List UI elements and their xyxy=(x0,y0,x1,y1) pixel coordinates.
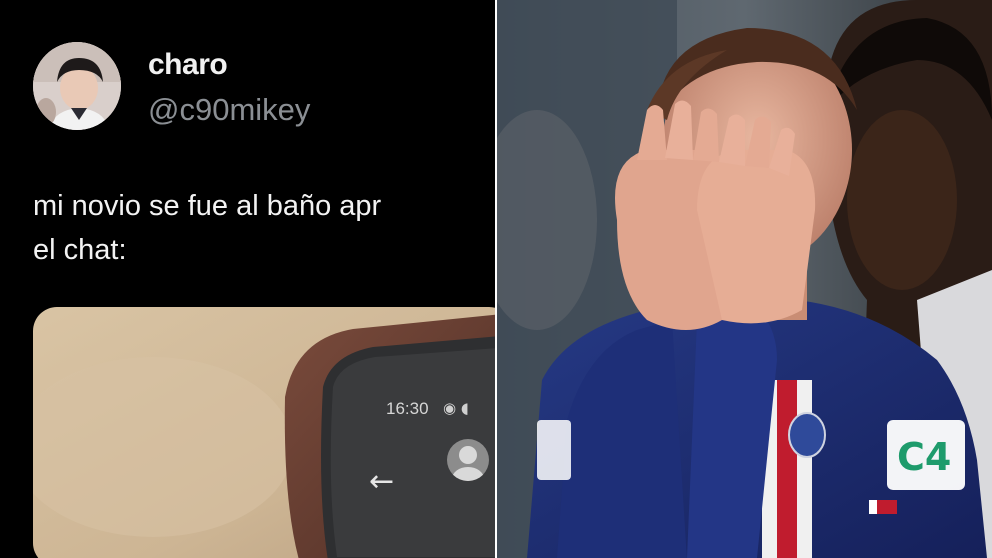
user-handle[interactable]: @c90mikey xyxy=(148,92,310,128)
badge-text: C4 xyxy=(897,435,951,479)
tweet-screenshot: charo @c90mikey mi novio se fue al baño … xyxy=(0,0,495,558)
tweet-media[interactable]: 16:30 ◉ ◖ ← xyxy=(33,307,495,558)
phone-photo xyxy=(33,307,495,558)
phone-chat-avatar xyxy=(447,439,489,481)
tweet-text: mi novio se fue al baño apr el chat: xyxy=(33,184,381,272)
phone-status-time: 16:30 xyxy=(386,399,429,418)
avatar-photo xyxy=(33,42,121,130)
avatar-icon xyxy=(452,446,484,481)
display-name[interactable]: charo xyxy=(148,48,228,82)
arrow-left-icon[interactable]: ← xyxy=(369,467,394,497)
tweet-text-line: mi novio se fue al baño apr xyxy=(33,190,382,222)
avatar xyxy=(33,42,121,130)
reaction-photo: C4 xyxy=(497,0,992,558)
phone-status-icons: ◉ ◖ xyxy=(443,399,469,417)
tweet-text-line: el chat: xyxy=(33,234,127,266)
player-photo: C4 xyxy=(497,0,992,558)
